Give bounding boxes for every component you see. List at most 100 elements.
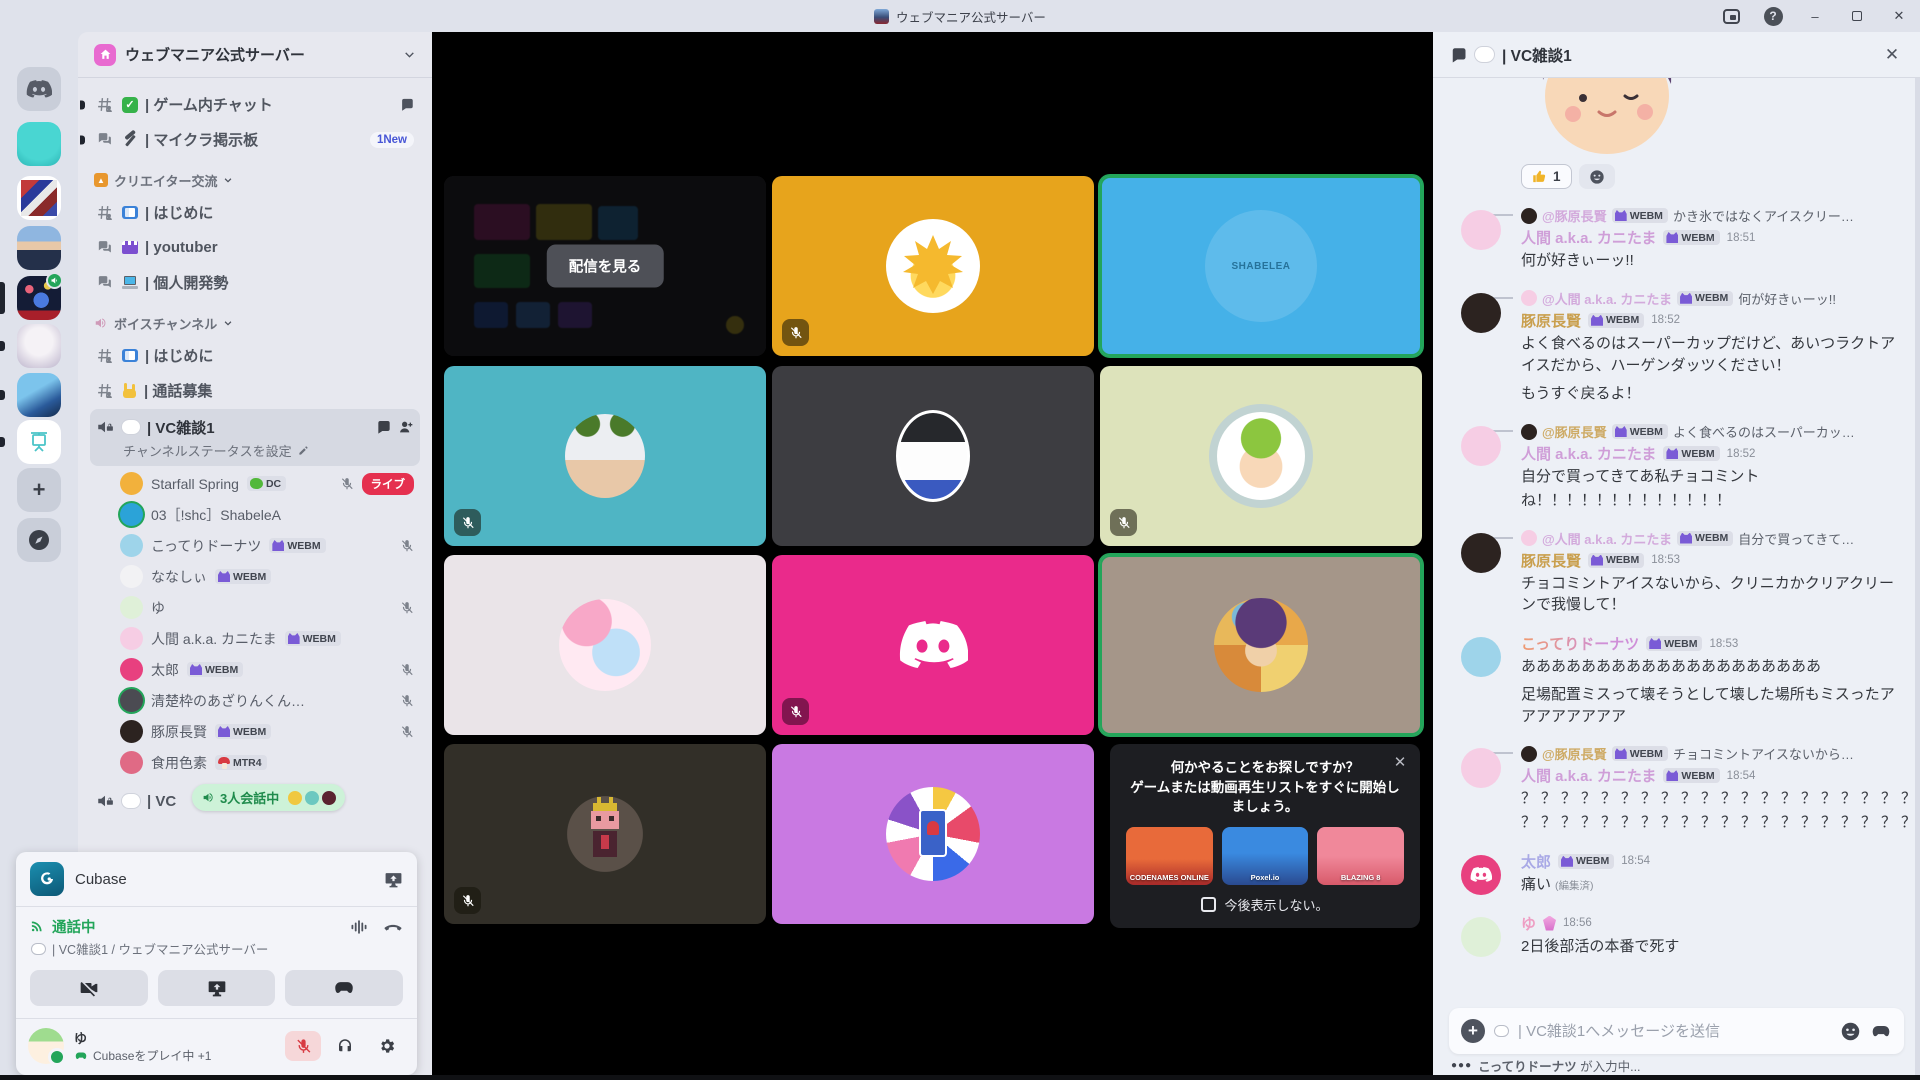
game-thumb-codenames[interactable]: CODENAMES ONLINE bbox=[1126, 827, 1213, 885]
reply-mention[interactable]: @豚原長賢 bbox=[1542, 744, 1607, 763]
voice-member[interactable]: 豚原長賢 WEBM bbox=[86, 716, 424, 747]
screenshare-button[interactable] bbox=[158, 970, 276, 1006]
pip-icon[interactable] bbox=[1718, 4, 1744, 28]
voice-member[interactable]: ゆ bbox=[86, 592, 424, 623]
help-icon[interactable]: ? bbox=[1760, 4, 1786, 28]
author-name[interactable]: 豚原長賢 bbox=[1521, 550, 1581, 571]
reply-mention[interactable]: @豚原長賢 bbox=[1542, 206, 1607, 225]
settings-gear-icon[interactable] bbox=[369, 1031, 405, 1061]
watch-stream-button[interactable]: 配信を見る bbox=[547, 245, 664, 288]
channel-youtuber[interactable]: | youtuber bbox=[90, 231, 420, 264]
deafen-toggle[interactable] bbox=[327, 1031, 363, 1061]
author-name[interactable]: 人間 a.k.a. カニたま bbox=[1521, 227, 1656, 248]
voice-member[interactable]: Starfall Spring DC ライブ bbox=[86, 468, 424, 499]
chat-message[interactable]: @豚原長賢 WEBM チョコミントアイスないから… 人間 a.k.a. カニたま… bbox=[1433, 744, 1906, 834]
voice-member[interactable]: ななしぃ WEBM bbox=[86, 561, 424, 592]
message-input[interactable] bbox=[1518, 1023, 1831, 1040]
voice-member[interactable]: 03［!shc］ShabeleA bbox=[86, 499, 424, 530]
video-tile[interactable] bbox=[772, 176, 1094, 356]
video-tile[interactable] bbox=[444, 366, 766, 546]
chat-message[interactable]: @人間 a.k.a. カニたま WEBM 自分で買ってきて… 豚原長賢 WEBM… bbox=[1433, 529, 1906, 617]
video-tile[interactable] bbox=[444, 555, 766, 735]
chat-message[interactable]: こってりドーナツ WEBM 18:53 ああああああああああああああああああああ… bbox=[1433, 633, 1906, 727]
voice-member[interactable]: 食用色素 MTR4 bbox=[86, 747, 424, 778]
chat-bubble-icon[interactable] bbox=[375, 419, 391, 435]
author-name[interactable]: こってりドーナツ bbox=[1521, 633, 1639, 654]
video-tile-stream[interactable]: 配信を見る bbox=[444, 176, 766, 356]
author-name[interactable]: ゆ bbox=[1521, 913, 1536, 934]
attach-plus-icon[interactable]: + bbox=[1461, 1019, 1485, 1043]
video-tile[interactable] bbox=[1100, 366, 1422, 546]
disconnect-call-icon[interactable] bbox=[383, 917, 403, 937]
chat-message[interactable]: 太郎 WEBM 18:54 痛い(編集済) bbox=[1433, 851, 1906, 896]
video-tile-discord[interactable] bbox=[772, 555, 1094, 735]
scrollbar[interactable] bbox=[1915, 78, 1920, 1080]
activities-icon[interactable] bbox=[1870, 1022, 1892, 1041]
category-voice[interactable]: ボイスチャンネル bbox=[90, 309, 420, 337]
user-avatar[interactable] bbox=[28, 1028, 64, 1064]
channel-game-chat[interactable]: ✓ | ゲーム内チャット bbox=[90, 88, 420, 121]
person-add-icon[interactable] bbox=[398, 419, 414, 435]
chat-message[interactable]: @人間 a.k.a. カニたま WEBM 何が好きぃーッ!! 豚原長賢 WEBM… bbox=[1433, 289, 1906, 405]
game-thumb-poxelio[interactable]: Poxel.io bbox=[1222, 827, 1309, 885]
author-name[interactable]: 豚原長賢 bbox=[1521, 310, 1581, 331]
discord-home-button[interactable] bbox=[17, 67, 61, 111]
message-list[interactable]: 1 @豚原長賢 WEBM かき氷ではなくアイスクリー… 人間 a.k.a. カニ… bbox=[1433, 78, 1920, 1002]
voice-channel-vc-zatsudan1[interactable]: | VC雑談1 チャンネルステータスを設定 bbox=[90, 409, 420, 466]
explore-servers-button[interactable] bbox=[17, 518, 61, 562]
camera-button[interactable] bbox=[30, 970, 148, 1006]
voice-member[interactable]: 人間 a.k.a. カニたま WEBM bbox=[86, 623, 424, 654]
video-tile[interactable] bbox=[772, 366, 1094, 546]
server-icon-anime-girl[interactable] bbox=[17, 324, 61, 368]
chat-message[interactable]: @豚原長賢 WEBM かき氷ではなくアイスクリー… 人間 a.k.a. カニたま… bbox=[1433, 206, 1906, 272]
server-icon-suit[interactable] bbox=[17, 226, 61, 270]
add-reaction-button[interactable] bbox=[1579, 164, 1615, 189]
author-name[interactable]: 太郎 bbox=[1521, 851, 1551, 872]
voice-member[interactable]: 太郎 WEBM bbox=[86, 654, 424, 685]
minimize-button[interactable]: – bbox=[1802, 4, 1828, 28]
category-creator[interactable]: ▲ クリエイター交流 bbox=[90, 166, 420, 194]
chat-message[interactable]: ゆ 18:56 2日後部活の本番で死す bbox=[1433, 913, 1906, 958]
stream-activity-icon[interactable] bbox=[384, 870, 403, 889]
activities-button[interactable] bbox=[285, 970, 403, 1006]
close-icon[interactable]: ✕ bbox=[1390, 752, 1410, 772]
maximize-button[interactable] bbox=[1844, 4, 1870, 28]
mic-mute-toggle[interactable] bbox=[285, 1031, 321, 1061]
video-tile[interactable] bbox=[772, 744, 1094, 924]
emoji-picker-icon[interactable] bbox=[1840, 1021, 1861, 1042]
video-tile-speaking[interactable] bbox=[1100, 555, 1422, 735]
channel-indie-dev[interactable]: | 個人開発勢 bbox=[90, 266, 420, 299]
voice-member[interactable]: こってりドーナツ WEBM bbox=[86, 530, 424, 561]
server-icon-easel-selected[interactable] bbox=[17, 420, 61, 464]
reaction-thumbsup[interactable]: 1 bbox=[1521, 164, 1572, 189]
close-icon[interactable]: ✕ bbox=[1880, 43, 1904, 67]
reply-mention[interactable]: @人間 a.k.a. カニたま bbox=[1542, 529, 1672, 548]
message-composer[interactable]: + bbox=[1449, 1008, 1904, 1054]
video-tile[interactable] bbox=[444, 744, 766, 924]
promo-title: 何かやることをお探しですか？ bbox=[1126, 758, 1404, 778]
reply-mention[interactable]: @人間 a.k.a. カニたま bbox=[1542, 289, 1672, 308]
reply-mention[interactable]: @豚原長賢 bbox=[1542, 422, 1607, 441]
channel-minecraft-board[interactable]: | マイクラ掲示板 1New bbox=[90, 123, 420, 156]
channel-hajimeni[interactable]: | はじめに bbox=[90, 196, 420, 229]
server-icon-art[interactable] bbox=[17, 176, 61, 220]
call-location[interactable]: | VC雑談1 / ウェブマニア公式サーバー bbox=[30, 939, 403, 958]
channel-status-setter[interactable]: チャンネルステータスを設定 bbox=[96, 440, 414, 460]
noise-suppression-icon[interactable] bbox=[350, 919, 368, 935]
server-icon-teal-blob[interactable] bbox=[17, 122, 61, 166]
video-tile-speaking[interactable]: SHABELEA bbox=[1100, 176, 1422, 356]
game-thumb-blazing8[interactable]: BLAZING 8 bbox=[1317, 827, 1404, 885]
server-header[interactable]: ウェブマニア公式サーバー bbox=[78, 32, 432, 78]
dismiss-checkbox[interactable] bbox=[1201, 897, 1216, 912]
author-name[interactable]: 人間 a.k.a. カニたま bbox=[1521, 443, 1656, 464]
clapper-emoji bbox=[122, 241, 138, 254]
chat-message[interactable]: @豚原長賢 WEBM よく食べるのはスーパーカッ… 人間 a.k.a. カニたま… bbox=[1433, 422, 1906, 512]
voice-channel-vc2[interactable]: | VC 3人会話中 bbox=[96, 784, 416, 818]
voice-channel-hajimeni[interactable]: | はじめに bbox=[90, 339, 420, 372]
add-server-button[interactable]: + bbox=[17, 468, 61, 512]
voice-member[interactable]: 清楚枠のあざりんくん@ななもり。... bbox=[86, 685, 424, 716]
close-button[interactable]: ✕ bbox=[1886, 4, 1912, 28]
voice-channel-call-recruit[interactable]: | 通話募集 bbox=[90, 374, 420, 407]
author-name[interactable]: 人間 a.k.a. カニたま bbox=[1521, 765, 1656, 786]
server-icon-miku[interactable] bbox=[17, 373, 61, 417]
